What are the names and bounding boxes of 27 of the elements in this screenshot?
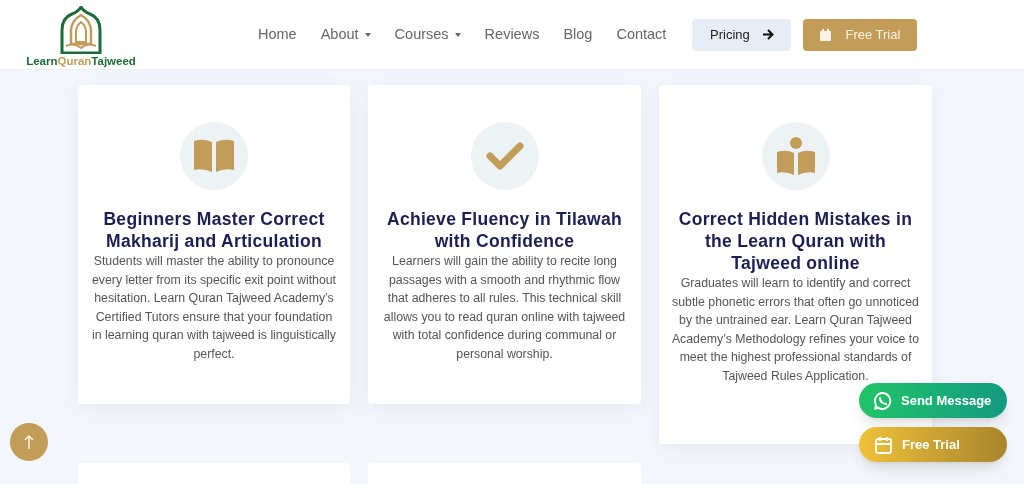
arrow-up-icon <box>24 435 34 449</box>
nav-link[interactable]: Reviews <box>484 23 540 46</box>
card-title: Correct Hidden Mistakes in the Learn Quran with Tajweed online <box>677 208 914 274</box>
card-title: Achieve Fluency in Tilawah with Confidence <box>385 208 624 252</box>
book-icon <box>193 139 235 173</box>
card-text: Learners will gain the ability to recite long passages with a smooth and rhythmic flow that adheres to all rules. This technical skill allows you to read quran online with tajweed with total confidence during communal or personal worship. <box>382 253 627 363</box>
card-text: Students will master the ability to pronounce every letter from its specific exit point without hesitation. Learn Quran Tajweed Academy’s Certified Tutors ensure that your foundation in learning quran with tajweed is linguistically perfect. <box>91 253 337 363</box>
logo-icon <box>60 5 102 54</box>
pricing-button[interactable]: Pricing <box>692 18 792 51</box>
nav-link[interactable]: Courses <box>394 23 461 46</box>
logo-text: LearnQuranTajweed <box>26 53 136 68</box>
reader-icon <box>776 137 815 175</box>
nav-link[interactable]: Contact <box>616 23 667 46</box>
calendar-icon <box>875 435 892 454</box>
scroll-top-button[interactable] <box>10 423 48 461</box>
card-title: Beginners Master Correct Makharij and Articulation <box>102 208 326 252</box>
chat-icon <box>873 390 893 411</box>
caret-icon <box>454 32 461 37</box>
nav-link[interactable]: Blog <box>563 23 593 46</box>
send-message-button[interactable]: Send Message <box>859 383 1007 418</box>
check-icon <box>485 141 524 171</box>
caret-icon <box>364 32 371 37</box>
card-text: Graduates will learn to identify and correct subtle phonetic errors that often go unnoticed by the untrained ear. Learn Quran Tajweed Academy’s Methodology refines your voice to meet the highest professional standards of Tajweed Rules Application. <box>671 275 920 385</box>
arrow-right-icon <box>761 29 774 40</box>
calendar-icon <box>820 28 832 41</box>
nav-link[interactable]: Home <box>258 23 297 46</box>
nav-link[interactable]: About <box>320 23 371 46</box>
